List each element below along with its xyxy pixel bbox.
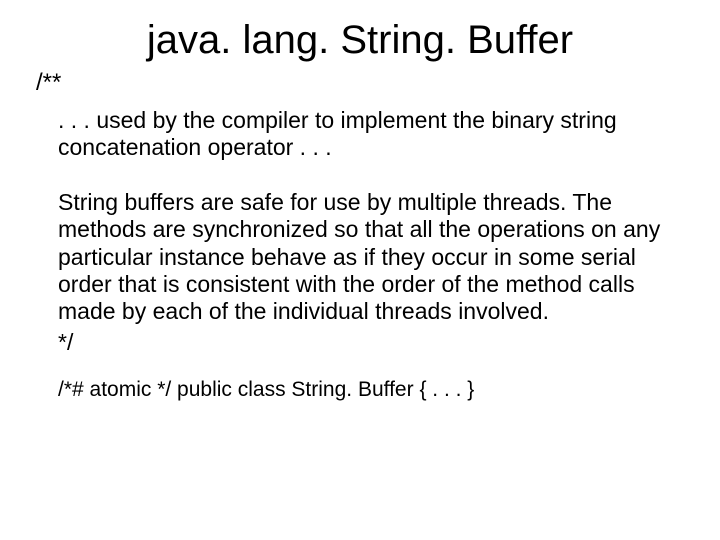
class-declaration: /*# atomic */ public class String. Buffe… bbox=[36, 378, 684, 402]
javadoc-close: */ bbox=[36, 329, 684, 356]
javadoc-open: /** bbox=[36, 69, 684, 97]
slide: java. lang. String. Buffer /** . . . use… bbox=[0, 0, 720, 540]
paragraph-1: . . . used by the compiler to implement … bbox=[36, 107, 684, 161]
paragraph-2: String buffers are safe for use by multi… bbox=[36, 189, 684, 325]
page-title: java. lang. String. Buffer bbox=[36, 18, 684, 63]
